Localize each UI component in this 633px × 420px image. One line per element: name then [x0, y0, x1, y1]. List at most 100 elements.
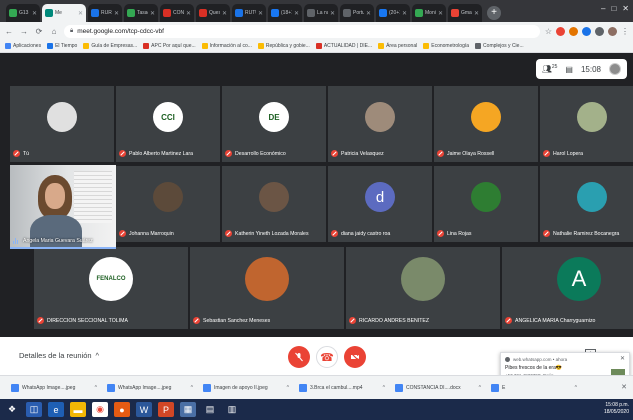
bookmark-item[interactable]: El Tiempo — [47, 43, 77, 49]
browser-tab[interactable]: RUTU✕ — [232, 4, 266, 22]
participant-tile[interactable]: Nathalie Ramirez Bocanegra — [540, 166, 633, 242]
file-explorer-icon[interactable]: ▬ — [70, 402, 86, 417]
back-icon[interactable]: ← — [4, 27, 14, 36]
close-icon[interactable]: ✕ — [150, 10, 155, 17]
star-icon[interactable]: ☆ — [545, 27, 552, 36]
participant-tile[interactable]: CCI Pablo Alberto Martinez Lara — [116, 86, 220, 162]
participant-tile[interactable]: Lina Rojas — [434, 166, 538, 242]
chevron-up-icon[interactable]: ^ — [575, 385, 577, 391]
participant-tile[interactable]: A ANGELICA MARIA Charryguarnizo — [502, 247, 633, 329]
participant-tile[interactable]: FENALCO DIRECCION SECCIONAL TOLIMA — [34, 247, 188, 329]
participant-tile[interactable]: Tú — [10, 86, 114, 162]
bookmark-item[interactable]: ACTUALIDAD | DIE... — [315, 43, 372, 49]
download-item[interactable]: E ^ — [488, 380, 580, 396]
new-tab-button[interactable]: + — [487, 6, 501, 20]
address-bar[interactable]: 🔒︎ meet.google.com/tcp-cdcc-vbf — [64, 24, 540, 38]
mic-toggle-button[interactable] — [288, 346, 310, 368]
bookmark-item[interactable]: APC Por aquí que... — [143, 43, 196, 49]
chat-icon[interactable]: ▤ — [565, 65, 573, 74]
bookmark-item[interactable]: Información al co... — [201, 43, 252, 49]
browser-tab[interactable]: Gmail✕ — [448, 4, 482, 22]
home-icon[interactable]: ⌂ — [49, 27, 59, 36]
close-window-icon[interactable]: ✕ — [622, 4, 629, 13]
close-icon[interactable]: ✕ — [78, 10, 83, 17]
extension-icon[interactable] — [595, 26, 604, 36]
close-icon[interactable]: ✕ — [474, 10, 479, 17]
close-icon[interactable]: ✕ — [32, 10, 37, 17]
close-icon[interactable]: ✕ — [186, 10, 191, 17]
browser-tab[interactable]: Me ✕ — [42, 4, 86, 22]
minimize-icon[interactable]: – — [601, 4, 605, 13]
participant-tile[interactable]: Harol Lopera — [540, 86, 633, 162]
extension-icon[interactable] — [569, 26, 578, 36]
bookmark-item[interactable]: República y gobie... — [257, 43, 310, 49]
powerpoint-icon[interactable]: P — [158, 402, 174, 417]
download-item[interactable]: WhatsApp Image....jpeg ^ — [8, 380, 100, 396]
word-icon[interactable]: W — [136, 402, 152, 417]
browser-tab[interactable]: RURE✕ — [88, 4, 122, 22]
close-icon[interactable]: ✕ — [366, 10, 371, 17]
browser-tab[interactable]: Questa✕ — [196, 4, 230, 22]
close-icon[interactable]: ✕ — [114, 10, 119, 17]
people-icon[interactable]: 👥︎25 — [542, 64, 558, 74]
browser-tab[interactable]: Portu ✕ — [340, 4, 374, 22]
system-tray[interactable]: 15:08 p.m. 18/05/2020 — [604, 402, 629, 416]
self-video-tile[interactable]: Angela Maria Guevara Suárez — [10, 165, 116, 249]
participant-tile[interactable]: Patricia Velasquez — [328, 86, 432, 162]
maximize-icon[interactable]: □ — [611, 4, 616, 13]
browser-tab[interactable]: (18+1✕ — [268, 4, 302, 22]
chevron-up-icon[interactable]: ^ — [95, 385, 97, 391]
bookmark-item[interactable]: Econometrología — [423, 43, 469, 49]
extension-icon[interactable] — [556, 26, 565, 36]
participant-tile[interactable]: RICARDO ANDRES BENITEZ — [346, 247, 500, 329]
bookmark-item[interactable]: Aplicaciones — [5, 43, 41, 49]
profile-avatar[interactable] — [608, 26, 617, 36]
store-icon[interactable]: ▦ — [180, 402, 196, 417]
participant-tile[interactable]: Jaime Olaya Rossell — [434, 86, 538, 162]
download-item[interactable]: Imagen de apoyo II.jpeg ^ — [200, 380, 292, 396]
close-icon[interactable]: ✕ — [222, 10, 227, 17]
close-icon[interactable]: ✕ — [294, 10, 299, 17]
close-icon[interactable]: ✕ — [258, 10, 263, 17]
app-icon[interactable]: ▥ — [224, 402, 240, 417]
close-icon[interactable]: ✕ — [620, 355, 625, 362]
browser-tab[interactable]: (20+1✕ — [376, 4, 410, 22]
download-item[interactable]: WhatsApp Image....jpeg ^ — [104, 380, 196, 396]
chevron-up-icon[interactable]: ^ — [287, 385, 289, 391]
download-item[interactable]: 3.Brca el cambul....mp4 ^ — [296, 380, 388, 396]
close-icon[interactable]: ✕ — [330, 10, 335, 17]
leave-call-button[interactable]: ☎︎ — [316, 346, 338, 368]
browser-tab[interactable]: La nue✕ — [304, 4, 338, 22]
bookmark-item[interactable]: Área personal — [378, 43, 417, 49]
participant-tile[interactable]: Katherin Yineth Lozada Morales — [222, 166, 326, 242]
forward-icon[interactable]: → — [19, 27, 29, 36]
edge-browser-icon[interactable]: e — [48, 402, 64, 417]
chevron-up-icon[interactable]: ^ — [383, 385, 385, 391]
browser-tab[interactable]: G13 D✕ — [6, 4, 40, 22]
firefox-icon[interactable]: ● — [114, 402, 130, 417]
close-icon[interactable]: ✕ — [438, 10, 443, 17]
menu-icon[interactable]: ⋮ — [621, 27, 629, 36]
bookmark-item[interactable]: Guía de Empresas... — [83, 43, 137, 49]
chevron-up-icon[interactable]: ^ — [191, 385, 193, 391]
chrome-icon[interactable]: ◉ — [92, 402, 108, 417]
bookmark-item[interactable]: Complejos y Cie... — [475, 43, 524, 49]
camera-toggle-button[interactable] — [344, 346, 366, 368]
browser-tab[interactable]: Monit✕ — [412, 4, 446, 22]
avatar[interactable] — [609, 63, 621, 75]
start-icon[interactable]: ❖ — [4, 402, 20, 417]
extension-icon[interactable] — [582, 26, 591, 36]
participant-tile[interactable]: Johanna Marroquin — [116, 166, 220, 242]
task-view-icon[interactable]: ◫ — [26, 402, 42, 417]
chevron-up-icon[interactable]: ^ — [479, 385, 481, 391]
participant-tile[interactable]: Sebastian Sanchez Meneses — [190, 247, 344, 329]
participant-tile[interactable]: d diana jaidy castro roa — [328, 166, 432, 242]
reload-icon[interactable]: ⟳ — [34, 27, 44, 36]
download-item[interactable]: CONSTANCIA DI....docx ^ — [392, 380, 484, 396]
close-icon[interactable]: ✕ — [621, 383, 627, 391]
close-icon[interactable]: ✕ — [402, 10, 407, 17]
app-icon[interactable]: ▤ — [202, 402, 218, 417]
browser-tab[interactable]: CONV✕ — [160, 4, 194, 22]
browser-tab[interactable]: Tasaci✕ — [124, 4, 158, 22]
meeting-details-button[interactable]: Detalles de la reunión ^ — [19, 351, 99, 360]
